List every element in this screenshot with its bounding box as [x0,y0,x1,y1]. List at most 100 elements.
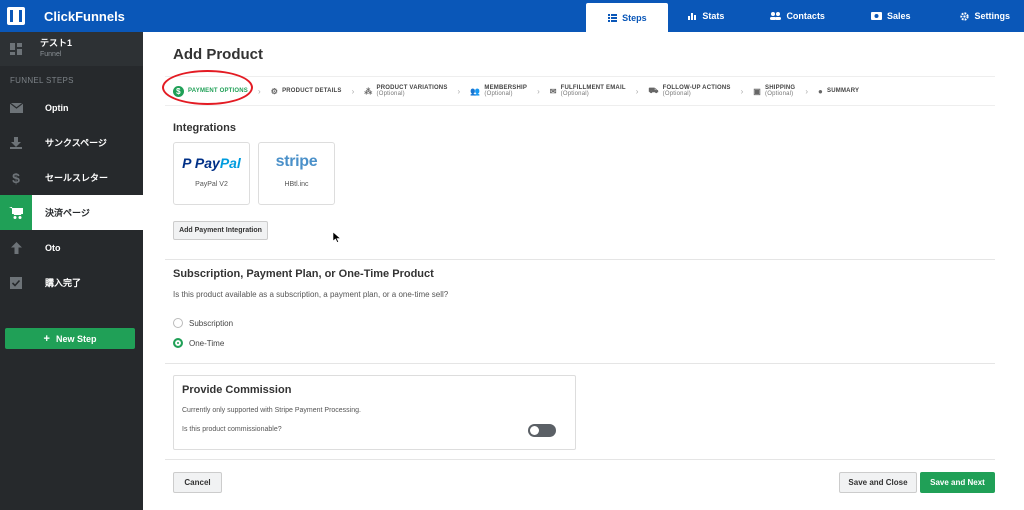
dashboard-grid-icon [10,43,22,55]
chevron-right-icon: › [457,86,461,96]
users-icon [770,12,782,20]
nav-contacts[interactable]: Contacts [744,0,851,32]
sidebar-step-sales-letter[interactable]: $ セールスレター [0,160,143,195]
cancel-button[interactable]: Cancel [173,472,222,493]
arrow-up-icon [10,241,22,254]
new-step-button[interactable]: + New Step [5,328,135,349]
paypal-logo-p-icon: P [182,155,195,171]
top-bar: ClickFunnels Steps Stats Contacts Sales … [0,0,1024,32]
sidebar-step-oto[interactable]: Oto [0,230,143,265]
commission-question: Is this product commissionable? [182,426,282,433]
section-divider [165,459,995,460]
chevron-right-icon: › [805,86,808,96]
box-icon: ▣ [753,86,762,96]
chevron-right-icon: › [740,86,744,96]
sidebar-step-complete[interactable]: 購入完了 [0,265,143,300]
dollar-icon: $ [12,169,20,186]
nav-stats[interactable]: Stats [668,0,744,32]
new-step-label: New Step [55,333,97,344]
wizard-step-sub: (Optional) [662,91,691,97]
nav-sales-label: Sales [886,11,911,21]
sidebar-step-optin[interactable]: Optin [0,90,143,125]
nav-sales[interactable]: Sales [851,0,931,32]
sitemap-icon: ⁂ [364,86,373,96]
nav-steps-label: Steps [622,12,647,23]
subscription-heading: Subscription, Payment Plan, or One-Time … [173,268,434,280]
radio-subscription[interactable]: Subscription [173,318,233,328]
chevron-right-icon: › [258,86,261,96]
nav-steps[interactable]: Steps [586,3,669,32]
wizard-step-membership[interactable]: 👥 MEMBERSHIP (Optional) [470,85,527,97]
money-icon [870,12,882,20]
stripe-card[interactable]: stripe HBtl.inc [258,142,335,205]
bar-chart-icon [688,13,697,20]
save-and-next-button[interactable]: Save and Next [920,472,995,493]
radio-label: Subscription [189,318,234,328]
wizard-step-sub: (Optional) [484,91,513,97]
users-icon: 👥 [470,86,481,96]
radio-circle[interactable] [173,318,183,328]
nav-settings[interactable]: Settings [930,0,1024,32]
chevron-right-icon: › [351,86,355,96]
commission-toggle[interactable] [528,424,556,437]
wizard-step-sub: (Optional) [765,91,794,97]
wizard-step-follow-up-actions[interactable]: ⛟ FOLLOW-UP ACTIONS (Optional) [648,85,730,97]
plus-icon: + [43,332,50,345]
main-content: Add Product $ PAYMENT OPTIONS › ⚙ PRODUC… [143,32,1024,510]
stripe-card-label: HBtl.inc [284,181,309,188]
radio-one-time[interactable]: One-Time [173,338,224,348]
wizard-step-sub: (Optional) [376,91,405,97]
nav-stats-label: Stats [702,11,725,21]
wizard-step-summary[interactable]: ● SUMMARY [818,87,859,96]
nav-settings-label: Settings [974,11,1010,21]
envelope-icon: ✉ [549,86,557,96]
add-payment-integration-button[interactable]: Add Payment Integration [173,221,268,240]
sidebar-step-checkout[interactable]: 決済ページ [0,195,143,230]
integrations-heading: Integrations [173,122,236,134]
commission-panel: Provide Commission Currently only suppor… [173,375,576,450]
funnel-header[interactable]: テスト1 Funnel [0,32,143,66]
brand-name: ClickFunnels [44,8,125,24]
save-and-close-button[interactable]: Save and Close [839,472,917,493]
wizard-step-shipping[interactable]: ▣ SHIPPING (Optional) [753,85,795,97]
stripe-logo: stripe [275,153,318,170]
sidebar-step-label: Oto [45,242,61,253]
sidebar-step-label: 決済ページ [45,208,90,218]
radio-label: One-Time [189,338,225,348]
paypal-card-label: PayPal V2 [195,181,228,188]
funnel-name: テスト1 [40,38,73,48]
top-nav: Steps Stats Contacts Sales Settings [586,0,1024,32]
wizard-step-product-details[interactable]: ⚙ PRODUCT DETAILS [271,87,342,96]
wizard-step-product-variations[interactable]: ⁂ PRODUCT VARIATIONS (Optional) [364,85,447,97]
sidebar-step-label: セールスレター [45,173,109,183]
paypal-logo-b: Pal [219,155,241,171]
cart-icon [9,206,23,219]
wizard-step-label: SUMMARY [827,88,860,94]
check-circle-icon: ● [817,86,824,96]
app-logo[interactable] [0,0,32,32]
sidebar-step-thanks[interactable]: サンクスページ [0,125,143,160]
radio-circle[interactable] [173,338,183,348]
gear-icon [960,11,970,21]
cogs-icon: ⚙ [270,86,279,96]
nav-contacts-label: Contacts [786,11,825,21]
check-icon [10,276,22,289]
commission-heading: Provide Commission [182,384,292,396]
download-icon [10,136,22,149]
envelope-icon [9,102,23,113]
clickfunnels-logo-icon [7,7,25,25]
sidebar: テスト1 Funnel FUNNEL STEPS Optin サンクスページ $… [0,32,143,510]
mouse-cursor-icon [333,232,341,243]
section-divider [165,259,995,260]
chevron-right-icon: › [537,86,540,96]
funnel-type: Funnel [40,51,62,58]
subscription-question: Is this product available as a subscript… [173,290,449,299]
highlight-ellipse [162,70,253,105]
wizard-step-fulfillment-email[interactable]: ✉ FULFILLMENT EMAIL (Optional) [550,85,626,97]
chevron-right-icon: › [635,86,639,96]
page-title: Add Product [173,46,263,63]
funnel-steps-heading: FUNNEL STEPS [10,76,74,85]
paypal-logo: P PayPal [182,155,241,171]
paypal-card[interactable]: P PayPal PayPal V2 [173,142,250,205]
list-icon [608,13,618,22]
